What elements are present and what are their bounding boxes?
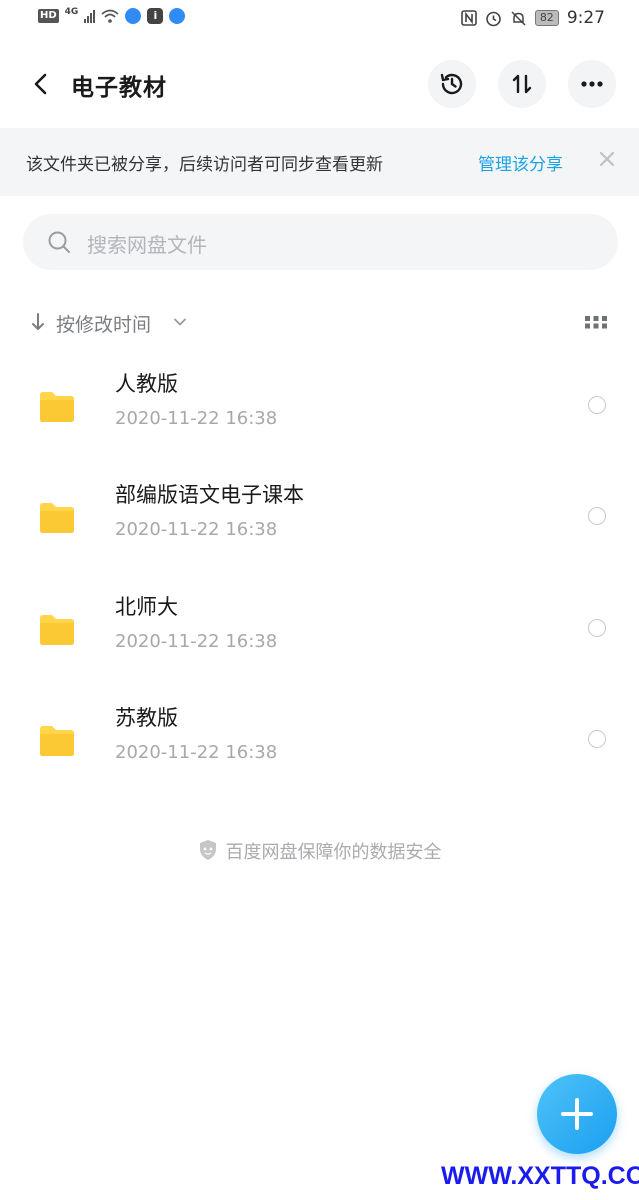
grid-view-icon[interactable] [584, 314, 608, 330]
list-item[interactable]: 苏教版 2020-11-22 16:38 [0, 690, 639, 801]
app-header: 电子教材 [0, 56, 639, 112]
select-checkbox[interactable] [588, 396, 606, 414]
close-banner-button[interactable] [594, 146, 620, 172]
file-date: 2020-11-22 16:38 [115, 408, 278, 429]
file-name: 人教版 [115, 372, 178, 396]
select-checkbox[interactable] [588, 619, 606, 637]
battery-indicator: 82 [534, 10, 559, 26]
network-type: 4G [64, 7, 79, 17]
baidu-app-icon [125, 8, 142, 24]
wifi-icon [101, 9, 119, 23]
file-name: 北师大 [115, 595, 178, 619]
clock: 9:27 [566, 8, 605, 28]
file-name: 苏教版 [115, 706, 178, 730]
status-right: 82 9:27 [461, 8, 605, 28]
history-icon [440, 73, 463, 95]
file-date: 2020-11-22 16:38 [115, 519, 278, 540]
list-item[interactable]: 北师大 2020-11-22 16:38 [0, 579, 639, 690]
file-date: 2020-11-22 16:38 [115, 631, 278, 652]
hd-badge: HD [38, 9, 59, 23]
shield-icon [199, 840, 216, 860]
security-notice: 百度网盘保障你的数据安全 [0, 838, 639, 864]
chevron-down-icon[interactable] [172, 314, 188, 330]
folder-icon [40, 392, 74, 422]
watermark-text: WWW.XXTTQ.COM [441, 1162, 639, 1190]
transfer-button[interactable] [498, 60, 546, 108]
plus-icon [561, 1098, 593, 1130]
chevron-left-icon [34, 73, 47, 95]
baidu-app-icon-2 [169, 8, 186, 24]
list-item[interactable]: 人教版 2020-11-22 16:38 [0, 356, 639, 467]
signal-icon [84, 9, 96, 23]
search-input[interactable]: 搜索网盘文件 [23, 214, 618, 270]
share-banner: 该文件夹已被分享，后续访问者可同步查看更新 管理该分享 [0, 128, 639, 196]
select-checkbox[interactable] [588, 730, 606, 748]
mute-bell-icon [511, 10, 526, 26]
status-bar: HD 4G i 82 9:27 [0, 0, 639, 40]
transfer-icon [512, 74, 532, 94]
file-date: 2020-11-22 16:38 [115, 742, 278, 763]
close-icon [599, 151, 615, 167]
more-icon [581, 81, 603, 87]
folder-icon [40, 615, 74, 645]
info-app-icon: i [147, 8, 164, 24]
nfc-icon [461, 10, 477, 26]
share-notice-text: 该文件夹已被分享，后续访问者可同步查看更新 [26, 155, 383, 175]
back-button[interactable] [24, 66, 60, 102]
history-button[interactable] [428, 60, 476, 108]
status-left: HD 4G i [38, 7, 186, 24]
sort-down-arrow-icon[interactable] [28, 310, 48, 334]
sort-bar: 按修改时间 [0, 300, 639, 344]
more-button[interactable] [568, 60, 616, 108]
sort-option[interactable]: 按修改时间 [56, 310, 151, 337]
select-checkbox[interactable] [588, 507, 606, 525]
manage-share-link[interactable]: 管理该分享 [478, 150, 563, 175]
file-name: 部编版语文电子课本 [115, 483, 304, 507]
folder-icon [40, 503, 74, 533]
search-icon [48, 231, 70, 253]
folder-icon [40, 726, 74, 756]
search-placeholder: 搜索网盘文件 [87, 233, 207, 257]
add-button[interactable] [537, 1074, 617, 1154]
list-item[interactable]: 部编版语文电子课本 2020-11-22 16:38 [0, 467, 639, 578]
alarm-icon [486, 11, 501, 26]
security-notice-text: 百度网盘保障你的数据安全 [225, 842, 442, 863]
page-title: 电子教材 [71, 75, 167, 101]
